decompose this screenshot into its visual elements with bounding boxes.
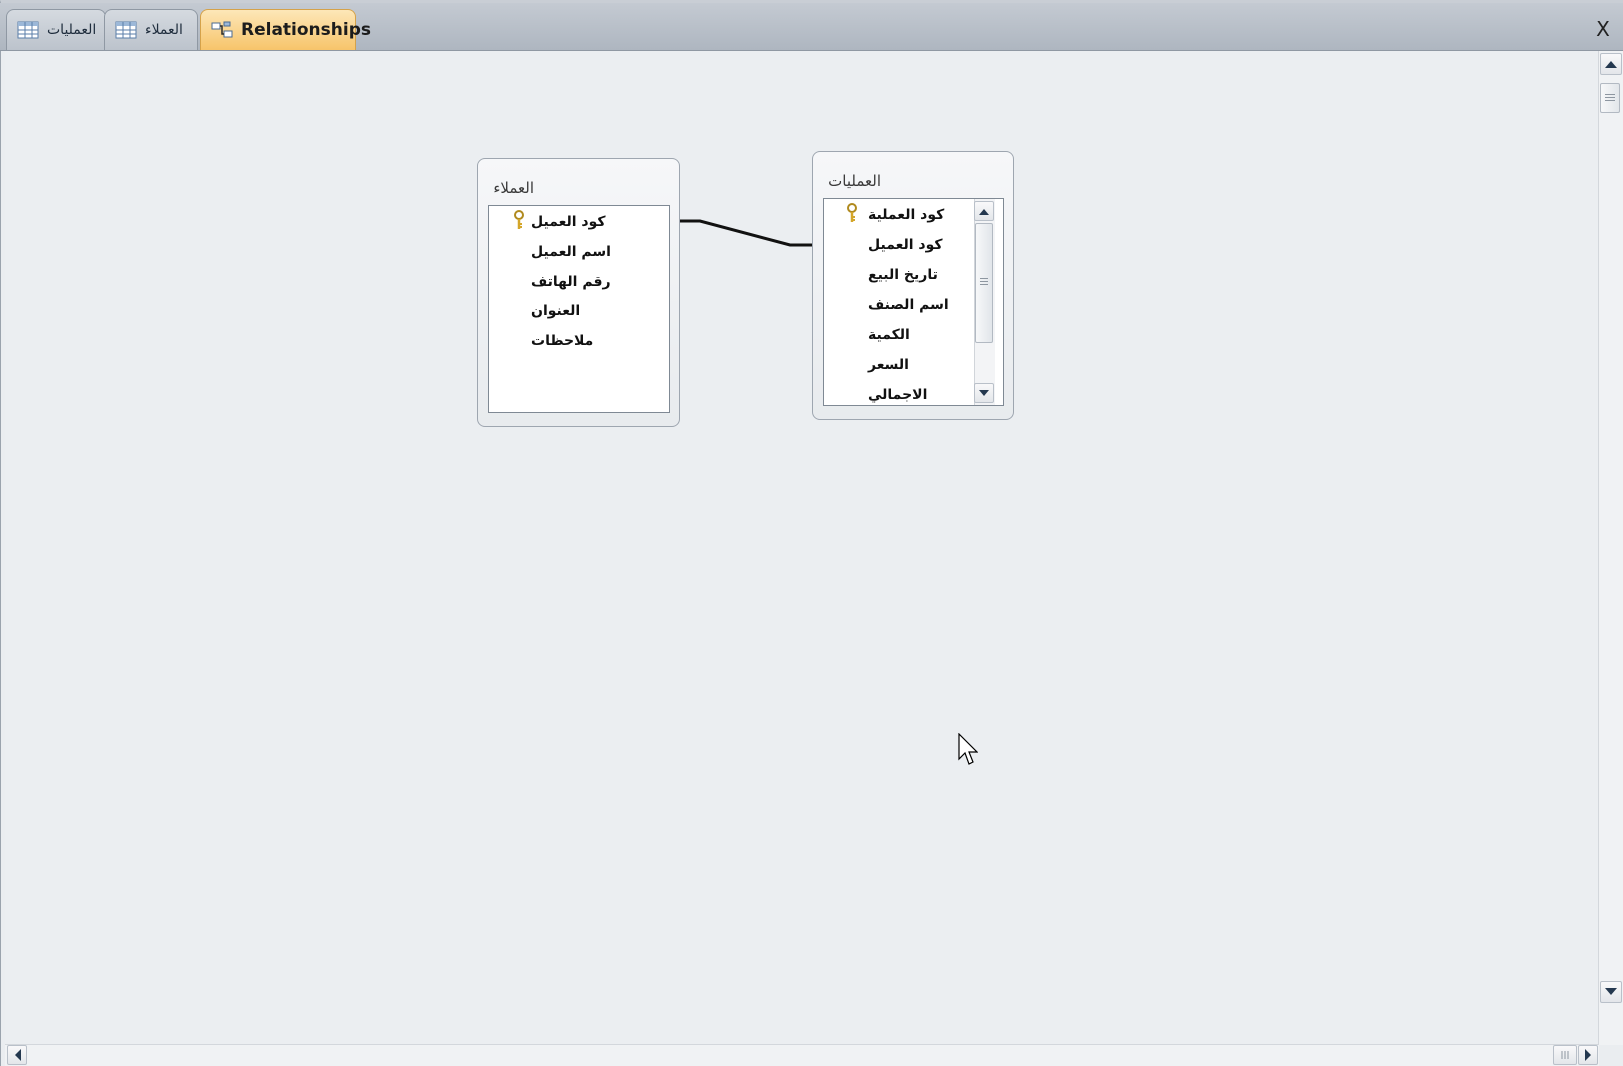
field-item[interactable]: رقم الهاتف	[531, 269, 611, 295]
grip-icon	[1561, 1051, 1569, 1059]
tab-customers[interactable]: العملاء	[104, 9, 198, 50]
field-item[interactable]: الاجمالي	[868, 382, 927, 405]
relationships-icon	[211, 21, 233, 38]
field-item[interactable]: كود العملية	[868, 202, 944, 228]
close-document-button[interactable]: X	[1591, 17, 1615, 41]
scroll-right-button[interactable]	[1578, 1045, 1598, 1065]
field-list-title: العمليات	[828, 172, 881, 190]
field-item[interactable]: السعر	[868, 352, 909, 378]
arrow-down-icon	[1605, 988, 1617, 995]
field-item[interactable]: اسم العميل	[531, 239, 611, 265]
field-list-operations[interactable]: العمليات كود العملية كود العميل تاريخ ال…	[812, 151, 1014, 420]
vertical-scrollbar[interactable]	[1598, 51, 1623, 1045]
scroll-thumb[interactable]	[975, 223, 993, 343]
field-item[interactable]: العنوان	[531, 298, 580, 324]
field-list-title: العملاء	[493, 179, 534, 197]
relationships-canvas[interactable]	[5, 51, 1599, 1045]
scroll-thumb[interactable]	[1600, 83, 1620, 113]
field-list-body: كود العملية كود العميل تاريخ البيع اسم ا…	[823, 198, 1004, 406]
field-item[interactable]: الكمية	[868, 322, 910, 348]
field-item[interactable]: ملاحظات	[531, 328, 593, 354]
document-tab-strip: العمليات العملاء Relationships X	[0, 3, 1623, 51]
mouse-cursor-icon	[958, 733, 978, 765]
primary-key-icon	[847, 203, 857, 222]
field-list-scrollbar[interactable]	[974, 199, 995, 405]
arrow-down-icon	[979, 389, 989, 396]
primary-key-icon	[514, 210, 524, 229]
tab-label: Relationships	[241, 20, 371, 40]
arrow-left-icon	[14, 1049, 21, 1061]
field-item[interactable]: تاريخ البيع	[868, 262, 938, 288]
field-item[interactable]: اسم الصنف	[868, 292, 949, 318]
horizontal-scrollbar[interactable]	[5, 1044, 1599, 1066]
field-item[interactable]: كود العميل	[868, 232, 943, 258]
arrow-right-icon	[1584, 1049, 1591, 1061]
scroll-thumb[interactable]	[1553, 1045, 1577, 1065]
tab-relationships[interactable]: Relationships	[200, 9, 371, 50]
arrow-up-icon	[979, 208, 989, 215]
table-icon	[115, 21, 137, 39]
tab-label: العملاء	[145, 22, 183, 38]
tab-operations[interactable]: العمليات	[6, 9, 106, 50]
scroll-left-button[interactable]	[7, 1045, 27, 1065]
table-icon	[17, 21, 39, 39]
scroll-up-button[interactable]	[1600, 53, 1622, 75]
scroll-up-button[interactable]	[974, 201, 994, 221]
scroll-down-button[interactable]	[974, 383, 994, 403]
field-list-customers[interactable]: العملاء كود العميل اسم العميل رقم الهاتف…	[477, 158, 680, 427]
arrow-up-icon	[1605, 61, 1617, 68]
field-item[interactable]: كود العميل	[531, 209, 606, 235]
tab-label: العمليات	[47, 22, 97, 38]
field-list-body: كود العميل اسم العميل رقم الهاتف العنوان…	[488, 205, 670, 413]
scroll-down-button[interactable]	[1600, 981, 1622, 1003]
